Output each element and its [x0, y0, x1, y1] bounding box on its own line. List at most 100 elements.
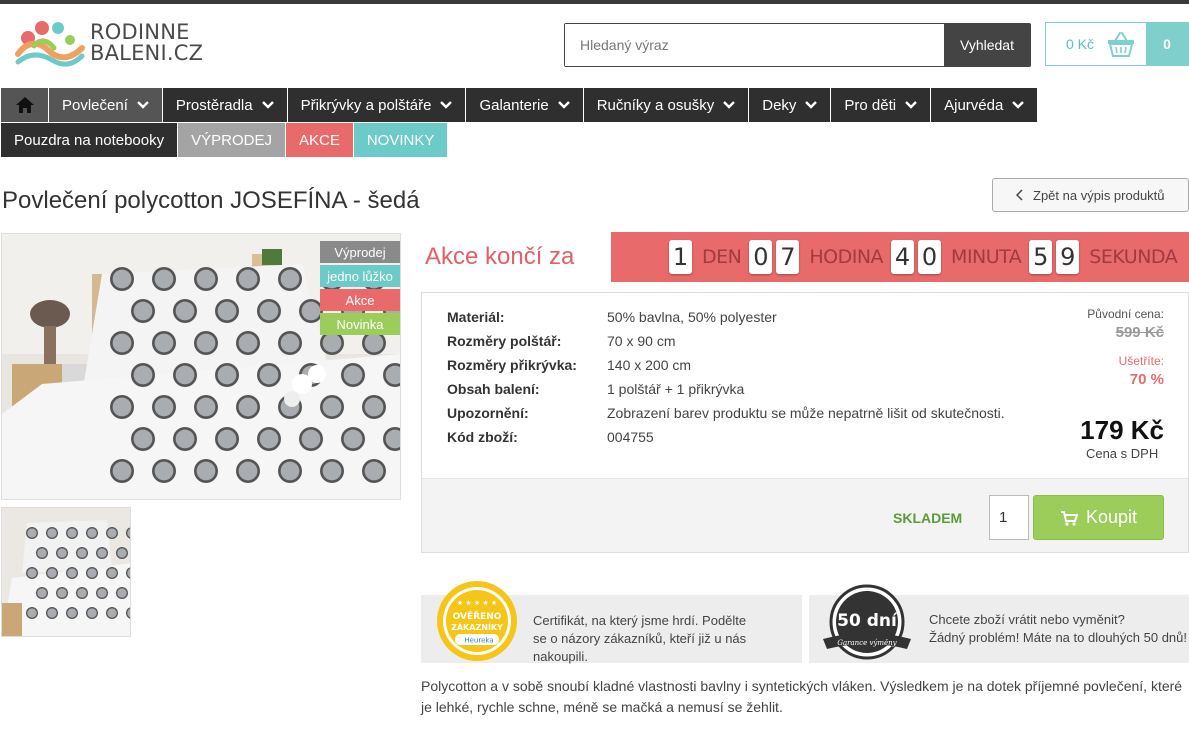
- dot-inner: [322, 397, 342, 417]
- hour-unit: HODINA: [809, 246, 884, 268]
- vat-note: Cena s DPH: [1085, 446, 1159, 461]
- nav-povleceni[interactable]: Povlečení: [49, 88, 163, 122]
- quantity-input[interactable]: [989, 495, 1029, 540]
- nav-pouzdra[interactable]: Pouzdra na notebooky: [1, 123, 179, 157]
- back-to-list-button[interactable]: Zpět na výpis produktů: [992, 178, 1189, 212]
- second-unit: SEKUNDA: [1089, 246, 1178, 268]
- dot-inner: [87, 528, 97, 538]
- nav-ajurveda[interactable]: Ajurvéda: [931, 88, 1039, 122]
- dot-inner: [196, 269, 216, 289]
- original-price: 599 Kč: [1115, 324, 1164, 341]
- search-input[interactable]: [565, 24, 944, 66]
- nav-label: Galanterie: [479, 96, 549, 114]
- dot-inner: [37, 548, 47, 558]
- nav-home[interactable]: [1, 88, 49, 122]
- heureka-seal-icon[interactable]: ★ ★ ★ ★ ★ OVĚŘENO ZÁKAZNÍKY Heureka: [435, 579, 519, 663]
- thumbnail-photo: [2, 508, 130, 636]
- seal-brand-text: Heureka: [464, 637, 493, 645]
- spec-row: Kód zboží: 004755: [447, 428, 654, 446]
- basket-icon: [1108, 32, 1134, 57]
- page-title: Povlečení polycotton JOSEFÍNA - šedá: [2, 187, 420, 214]
- dot-inner: [87, 608, 97, 618]
- nav-akce[interactable]: AKCE: [285, 123, 354, 157]
- label-novinka: Novinka: [320, 313, 400, 335]
- seal-sub-text: Garance výměny: [837, 639, 897, 647]
- return-guarantee-icon: 50 dní Garance výměny: [823, 584, 911, 660]
- hour-digit: 0: [749, 240, 773, 274]
- home-icon: [15, 97, 34, 113]
- dot-inner: [217, 429, 237, 449]
- spec-row: Materiál: 50% bavlna, 50% polyester: [447, 308, 777, 326]
- dot-inner: [112, 461, 132, 481]
- spec-value: 004755: [607, 429, 654, 445]
- dot-inner: [112, 333, 132, 353]
- nav-galanterie[interactable]: Galanterie: [466, 88, 584, 122]
- dot-inner: [322, 461, 342, 481]
- buy-button[interactable]: Koupit: [1033, 495, 1164, 540]
- dot-inner: [154, 333, 174, 353]
- seal-main-text: 50 dní: [837, 611, 898, 631]
- chevron-down-icon: [261, 101, 274, 109]
- purchase-bar: SKLADEM Koupit: [422, 478, 1188, 552]
- dot-inner: [57, 548, 67, 558]
- nav-novinky[interactable]: NOVINKY: [353, 123, 449, 157]
- back-label: Zpět na výpis produktů: [1033, 187, 1165, 203]
- chevron-down-icon: [805, 101, 818, 109]
- logo-line2: BALENI.CZ: [90, 41, 204, 65]
- dot-inner: [107, 608, 117, 618]
- nav-rucniky[interactable]: Ručníky a osušky: [583, 88, 750, 122]
- nav-prosteradla[interactable]: Prostěradla: [162, 88, 288, 122]
- dot-inner: [217, 301, 237, 321]
- label-jedno-luzko: jedno lůžko: [320, 265, 400, 287]
- search-button[interactable]: Vyhledat: [944, 24, 1030, 66]
- heureka-badge-box: ★ ★ ★ ★ ★ OVĚŘENO ZÁKAZNÍKY Heureka Cert…: [421, 581, 802, 664]
- nav-label: Povlečení: [62, 96, 128, 114]
- spec-key: Upozornění:: [447, 405, 529, 421]
- dot-inner: [57, 588, 67, 598]
- label-vyprodej: Výprodej: [320, 241, 400, 263]
- spec-value: 1 polštář + 1 přikrývka: [607, 381, 745, 397]
- cart-widget[interactable]: 0 Kč 0: [1045, 22, 1189, 66]
- return-badge-box: 50 dní Garance výměny Chcete zboží vráti…: [809, 584, 1189, 663]
- dot-inner: [280, 461, 300, 481]
- dot-inner: [27, 608, 37, 618]
- nav-label: Deky: [762, 96, 797, 114]
- product-labels: Výprodej jedno lůžko Akce Novinka: [320, 241, 400, 337]
- return-line1: Chcete zboží vrátit nebo vyměnit?: [929, 612, 1125, 627]
- savings-value: 70 %: [1129, 371, 1164, 388]
- search-bar: Vyhledat: [564, 23, 1031, 67]
- spec-row: Obsah balení: 1 polštář + 1 přikrývka: [447, 380, 744, 398]
- dot-inner: [112, 397, 132, 417]
- dot-inner: [67, 608, 77, 618]
- nav-label: Ajurvéda: [944, 96, 1004, 114]
- product-details-box: Materiál: 50% bavlna, 50% polyester Rozm…: [421, 292, 1189, 553]
- chevron-down-icon: [440, 101, 453, 109]
- spec-value: 70 x 90 cm: [607, 333, 676, 349]
- dot-inner: [238, 269, 258, 289]
- nav-deky[interactable]: Deky: [749, 88, 832, 122]
- nav-prikryvky[interactable]: Přikrývky a polštáře: [287, 88, 467, 122]
- spec-key: Rozměry přikrývka:: [447, 357, 577, 373]
- minute-digit: 4: [891, 240, 915, 274]
- dot-inner: [238, 397, 258, 417]
- savings-label: Ušetříte:: [1118, 354, 1164, 368]
- top-bar: [0, 0, 1189, 4]
- day-unit: DEN: [702, 246, 742, 268]
- dot-inner: [217, 365, 237, 385]
- nav-pro-deti[interactable]: Pro děti: [831, 88, 932, 122]
- dot-inner: [196, 333, 216, 353]
- spec-row: Rozměry přikrývka: 140 x 200 cm: [447, 356, 691, 374]
- dot-inner: [97, 548, 107, 558]
- buy-label: Koupit: [1085, 507, 1138, 527]
- dot-inner: [175, 301, 195, 321]
- site-logo[interactable]: RODINNE BALENI.CZ: [14, 16, 204, 70]
- return-text: Chcete zboží vrátit nebo vyměnit? Žádný …: [929, 611, 1187, 647]
- second-digit: 5: [1029, 240, 1053, 274]
- logo-line1: RODINNE: [90, 20, 190, 44]
- nav-label: Pro děti: [844, 96, 897, 114]
- spec-key: Materiál:: [447, 309, 505, 325]
- product-thumbnail[interactable]: [1, 507, 131, 637]
- dot-inner: [301, 301, 321, 321]
- heureka-line1: Certifikát, na který jsme hrdí. Podělte: [533, 613, 747, 628]
- nav-vyprodej[interactable]: VÝPRODEJ: [178, 123, 286, 157]
